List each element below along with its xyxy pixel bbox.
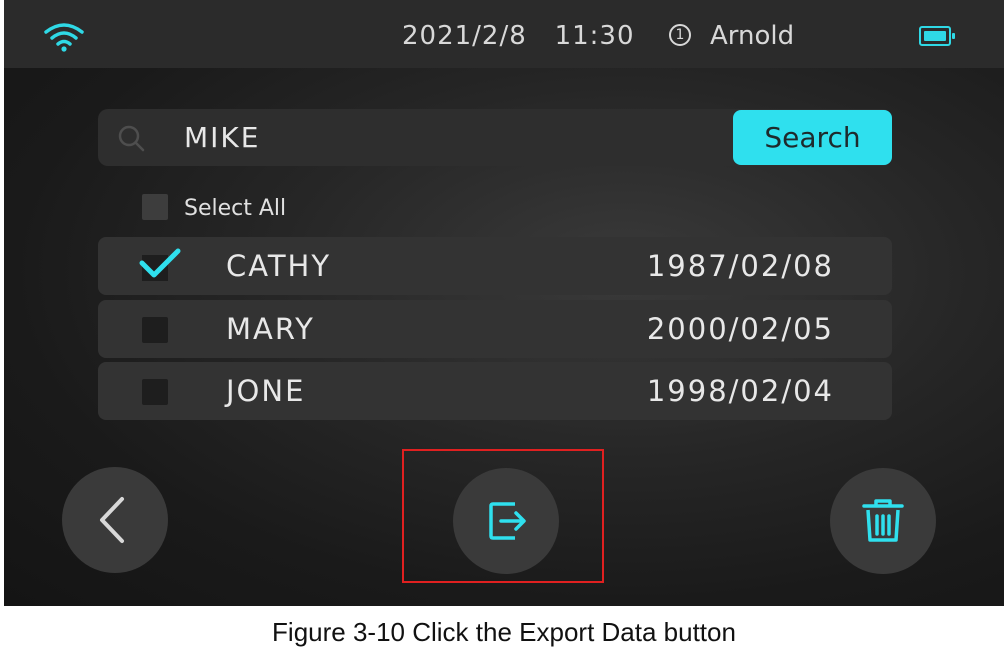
select-all-checkbox[interactable] (142, 194, 168, 220)
back-arrow-icon (100, 497, 124, 543)
status-date: 2021/2/8 (402, 21, 527, 51)
figure-caption: Figure 3-10 Click the Export Data button (272, 617, 736, 647)
list-item[interactable]: CATHY 1987/02/08 (98, 237, 892, 295)
status-time: 11:30 (554, 21, 635, 51)
record-date: 1987/02/08 (646, 249, 834, 283)
export-highlight-box (402, 449, 604, 583)
search-input[interactable]: MIKE (184, 109, 704, 166)
wifi-icon (44, 23, 84, 52)
username: Arnold (710, 21, 795, 51)
record-date: 1998/02/04 (646, 374, 834, 408)
row-checkbox[interactable] (142, 379, 168, 405)
user-icon: 1 (669, 24, 691, 46)
checkmark-icon[interactable] (138, 245, 182, 281)
device-screen: 2021/2/8 11:30 1 Arnold MIKE Search Sele… (4, 0, 1004, 606)
list-item[interactable]: MARY 2000/02/05 (98, 300, 892, 358)
search-icon (118, 125, 145, 152)
battery-icon (919, 26, 955, 46)
status-datetime: 2021/2/8 11:30 (402, 18, 635, 54)
row-checkbox[interactable] (142, 317, 168, 343)
record-name: JONE (226, 374, 306, 408)
record-date: 2000/02/05 (646, 312, 834, 346)
search-button[interactable]: Search (733, 110, 892, 165)
record-name: CATHY (226, 249, 332, 283)
record-name: MARY (226, 312, 315, 346)
list-item[interactable]: JONE 1998/02/04 (98, 362, 892, 420)
delete-button[interactable] (830, 468, 936, 574)
back-button[interactable] (62, 467, 168, 573)
trash-icon (862, 499, 904, 542)
select-all-label: Select All (184, 196, 287, 221)
status-bar: 2021/2/8 11:30 1 Arnold (4, 0, 1004, 68)
